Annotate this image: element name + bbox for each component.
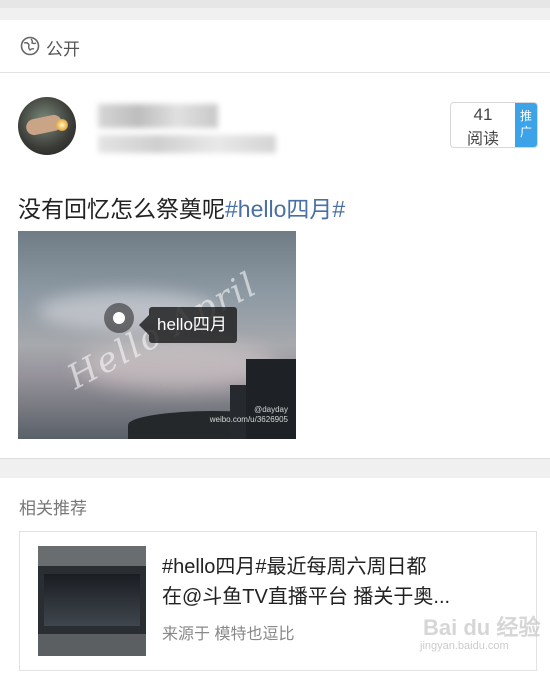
image-watermark: @dayday weibo.com/u/3626905	[209, 405, 288, 424]
tag-pin-icon[interactable]	[104, 303, 134, 333]
read-count-label: 阅读	[466, 131, 499, 148]
post-body: 没有回忆怎么祭奠呢	[18, 196, 225, 222]
post-meta-blurred	[98, 135, 276, 153]
recommend-title[interactable]: #hello四月#最近每周六周日都 在@斗鱼TV直播平台 播关于奥...	[162, 552, 522, 612]
username-blurred[interactable]	[98, 104, 218, 128]
visibility-label: 公开	[46, 40, 80, 59]
visibility-row[interactable]: 公开	[0, 20, 550, 73]
top-divider	[0, 0, 550, 8]
read-count: 41	[473, 105, 493, 124]
recommend-source: 来源于 模特也逗比	[162, 626, 295, 643]
recommend-source-name[interactable]: 模特也逗比	[214, 626, 294, 643]
baidu-watermark: Bai du 经验	[423, 615, 541, 640]
hashtag-link[interactable]: #hello四月#	[225, 196, 345, 222]
read-count-box[interactable]: 41 阅读 推广	[450, 102, 538, 148]
image-tag[interactable]: hello四月	[139, 307, 237, 343]
baidu-watermark-url: jingyan.baidu.com	[420, 640, 509, 652]
post-card: 41 阅读 推广 没有回忆怎么祭奠呢#hello四月# Hello April …	[0, 73, 550, 459]
avatar[interactable]	[18, 97, 76, 155]
post-image[interactable]: Hello April @dayday weibo.com/u/3626905 …	[18, 231, 296, 439]
globe-icon	[20, 36, 40, 56]
promote-button[interactable]: 推广	[515, 103, 537, 147]
post-text: 没有回忆怎么祭奠呢#hello四月#	[18, 190, 345, 224]
recommend-thumbnail[interactable]	[38, 546, 146, 656]
image-tag-label: hello四月	[157, 315, 227, 334]
recommend-heading: 相关推荐	[19, 499, 87, 518]
